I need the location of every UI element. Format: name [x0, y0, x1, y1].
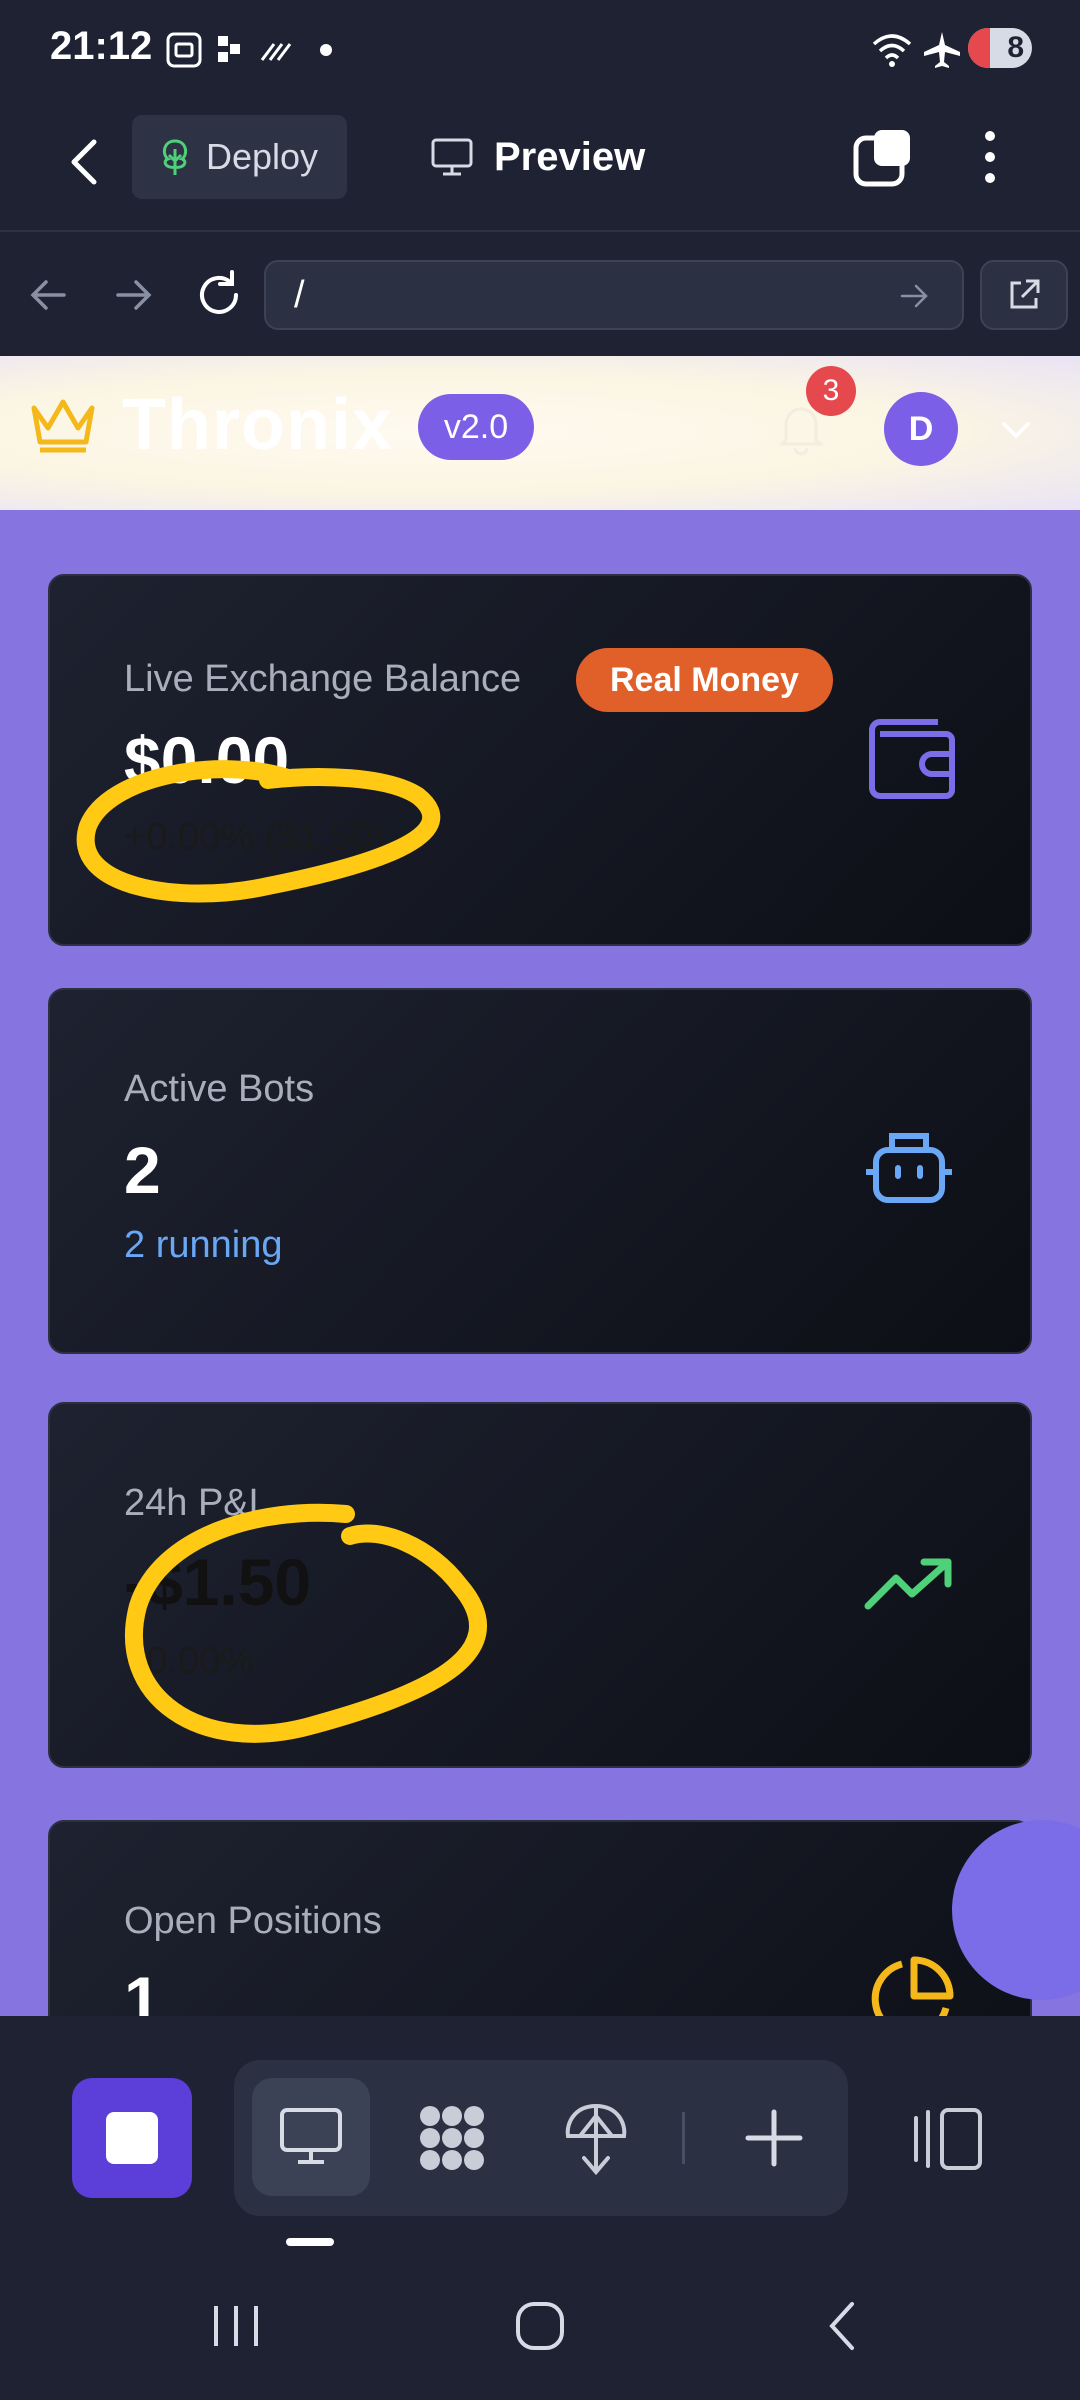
battery-level [968, 28, 990, 68]
reload-icon[interactable] [192, 268, 246, 322]
battery-icon: 8 [968, 28, 1032, 68]
bottom-toolbar [0, 2016, 1080, 2400]
avatar[interactable]: D [884, 392, 958, 466]
deploy-label: Deploy [206, 136, 319, 177]
url-value: / [294, 273, 305, 316]
wifi-icon [872, 34, 912, 67]
app-icon [218, 36, 240, 62]
external-link-icon [1010, 279, 1040, 309]
preview-tool-button[interactable] [252, 2078, 370, 2196]
stop-icon [106, 2112, 158, 2164]
home-icon[interactable] [512, 2298, 568, 2354]
active-tab-indicator [286, 2238, 334, 2246]
balance-label: Live Exchange Balance [124, 658, 522, 700]
nav-forward-icon[interactable] [108, 270, 158, 320]
back-icon[interactable] [60, 132, 110, 192]
notification-count-badge: 3 [806, 366, 856, 416]
crown-icon [31, 399, 95, 453]
airplane-icon [924, 32, 960, 68]
dot-icon [320, 44, 332, 56]
nav-back-icon[interactable] [24, 270, 74, 320]
monitor-icon [431, 138, 473, 176]
toolbar-divider [682, 2112, 685, 2164]
preview-label: Preview [494, 134, 646, 179]
url-row: / [0, 234, 1080, 356]
preview-tab[interactable]: Preview [430, 115, 645, 199]
app-header: Deploy Preview [0, 100, 1080, 232]
active-bots-card[interactable]: Active Bots 2 2 running [48, 988, 1032, 1354]
tool-group [234, 2060, 848, 2216]
webview: Thronix v2.0 3 D Live Exchange Balance R… [0, 356, 1080, 2016]
annotation-circle [124, 1503, 487, 1743]
deploy-icon[interactable] [560, 2100, 632, 2176]
monitor-icon [280, 2108, 342, 2164]
add-icon[interactable] [740, 2104, 808, 2172]
pnl-card[interactable]: 24h P&L -$1.50 +0.00% [48, 1402, 1032, 1768]
status-time: 21:12 [50, 24, 153, 68]
url-input[interactable]: / [264, 260, 964, 330]
annotation-circle [76, 760, 441, 903]
split-view-icon[interactable] [910, 2104, 986, 2174]
system-back-icon[interactable] [816, 2298, 872, 2354]
trending-up-icon [864, 1558, 952, 1610]
tabs-icon[interactable] [852, 126, 914, 188]
bots-value: 2 [124, 1133, 161, 1207]
chevron-down-icon[interactable] [998, 412, 1034, 448]
robot-icon [866, 1133, 952, 1203]
open-external-button[interactable] [980, 260, 1068, 330]
site-header: Thronix v2.0 3 D [0, 356, 1080, 510]
deploy-button[interactable]: Deploy [132, 115, 347, 199]
deploy-icon [162, 139, 188, 175]
positions-value: 1 [124, 1963, 161, 2016]
stop-button[interactable] [72, 2078, 192, 2198]
wallet-icon [869, 719, 955, 799]
integrations-icon[interactable] [416, 2102, 488, 2174]
bots-label: Active Bots [124, 1068, 315, 1110]
battery-percent: 8 [1007, 31, 1024, 64]
bots-running: 2 running [124, 1224, 283, 1266]
sound-icon [260, 43, 292, 61]
status-bar: 21:12 8 [0, 0, 1080, 100]
go-icon[interactable] [898, 280, 930, 312]
recent-apps-icon[interactable] [208, 2298, 264, 2354]
real-money-badge: Real Money [576, 648, 833, 712]
positions-label: Open Positions [124, 1900, 382, 1942]
balance-card[interactable]: Live Exchange Balance Real Money $0.00 +… [48, 574, 1032, 946]
brand-name[interactable]: Thronix [122, 384, 393, 466]
pie-chart-icon [871, 1956, 954, 2016]
open-positions-card[interactable]: Open Positions 1 [48, 1820, 1032, 2016]
more-menu-icon[interactable] [972, 126, 1008, 188]
screenshot-icon [166, 32, 202, 68]
version-badge: v2.0 [418, 394, 534, 460]
